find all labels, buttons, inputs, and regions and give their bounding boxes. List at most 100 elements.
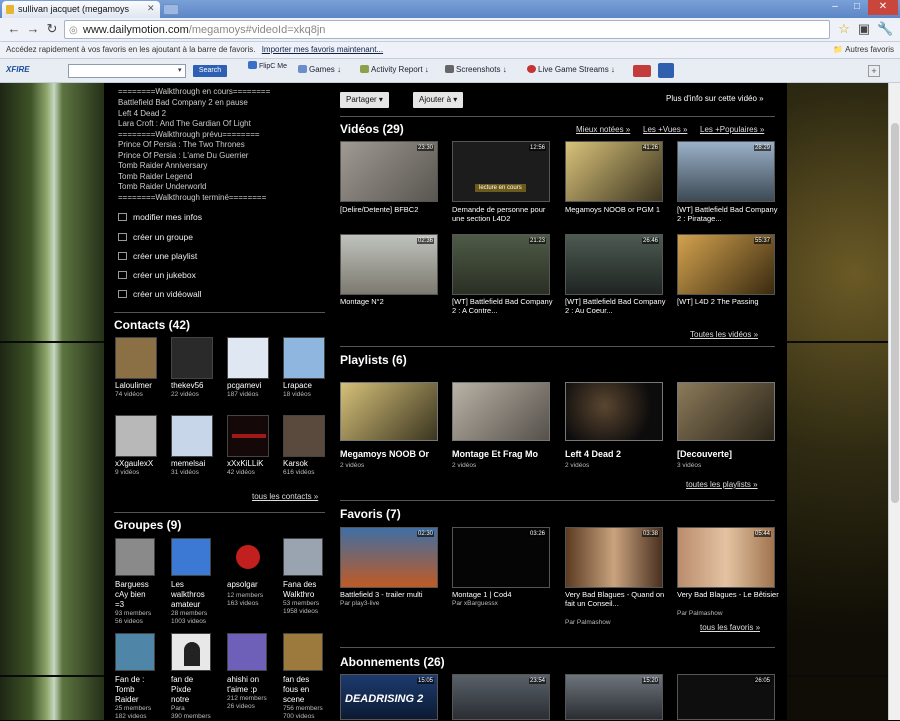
contact-name[interactable]: xXgaulexX xyxy=(115,459,165,468)
group-name-line[interactable]: scene xyxy=(283,695,304,705)
toolbar-item-games[interactable]: Games ↓ xyxy=(298,65,341,74)
contact-avatar[interactable] xyxy=(227,415,269,457)
create-group-link[interactable]: créer un groupe xyxy=(118,232,193,242)
contact-name[interactable]: xXxKiLLiK xyxy=(227,459,277,468)
back-icon[interactable]: ← xyxy=(6,21,22,37)
video-thumbnail[interactable]: 41:26 xyxy=(565,141,663,202)
video-title[interactable]: Very Bad Blagues - Le Bêtisier xyxy=(677,590,781,599)
group-name-line[interactable]: =3 xyxy=(115,600,124,610)
toolbar-item-flip[interactable]: FlipC Me xyxy=(248,61,288,71)
video-thumbnail[interactable]: 28:29 xyxy=(677,141,775,202)
group-avatar[interactable] xyxy=(283,538,323,576)
video-thumbnail[interactable]: 23:54 xyxy=(452,674,550,720)
video-title[interactable]: Megamoys NOOB or PGM 1 xyxy=(565,205,669,214)
video-thumbnail[interactable]: 26:46 xyxy=(565,234,663,295)
video-title[interactable]: Montage 1 | Cod4 xyxy=(452,590,556,599)
create-jukebox-link[interactable]: créer un jukebox xyxy=(118,270,196,280)
video-thumbnail[interactable]: 02:36 xyxy=(340,234,438,295)
minimize-icon[interactable]: – xyxy=(824,0,846,15)
video-title[interactable]: Very Bad Blagues - Quand on fait un Cons… xyxy=(565,590,669,608)
group-name-line[interactable]: walkthros xyxy=(171,590,205,600)
toolbar-item-screenshots[interactable]: Screenshots ↓ xyxy=(445,65,507,74)
contact-avatar[interactable] xyxy=(115,337,157,379)
video-title[interactable]: [WT] Battlefield Bad Company 2 : A Contr… xyxy=(452,297,556,315)
edit-info-link[interactable]: modifier mes infos xyxy=(118,212,202,222)
group-avatar[interactable] xyxy=(115,538,155,576)
group-name-line[interactable]: cAy bien xyxy=(115,590,146,600)
playlist-title[interactable]: Megamoys NOOB Or xyxy=(340,449,444,459)
toolbar-search-input[interactable] xyxy=(68,64,186,78)
group-name-line[interactable]: t'aime :p xyxy=(227,685,257,695)
maximize-icon[interactable]: □ xyxy=(846,0,868,15)
group-name-line[interactable]: apsolgar xyxy=(227,580,258,590)
browser-tab[interactable]: sullivan jacquet (megamoys xyxy=(2,1,160,18)
toolbar-search-button[interactable]: Search xyxy=(193,65,227,77)
sort-most-popular[interactable]: Les +Populaires » xyxy=(700,125,764,134)
group-name-line[interactable]: ahishi on xyxy=(227,675,259,685)
playlist-title[interactable]: [Decouverte] xyxy=(677,449,781,459)
wrench-icon[interactable]: 🔧 xyxy=(877,21,893,37)
playlist-title[interactable]: Left 4 Dead 2 xyxy=(565,449,669,459)
contact-name[interactable]: thekev56 xyxy=(171,381,221,390)
group-avatar[interactable] xyxy=(227,633,267,671)
sort-most-viewed[interactable]: Les +Vues » xyxy=(643,125,687,134)
video-title[interactable]: [WT] Battlefield Bad Company 2 : Piratag… xyxy=(677,205,781,223)
video-thumbnail[interactable]: 21:23 xyxy=(452,234,550,295)
star-icon[interactable]: ☆ xyxy=(836,21,852,37)
all-videos-link[interactable]: Toutes les vidéos » xyxy=(690,330,758,339)
contact-avatar[interactable] xyxy=(115,415,157,457)
add-to-button[interactable]: Ajouter à ▾ xyxy=(413,92,464,108)
forward-icon[interactable]: → xyxy=(25,21,41,37)
contact-avatar[interactable] xyxy=(171,415,213,457)
video-thumbnail[interactable]: 23:30 xyxy=(340,141,438,202)
group-name-line[interactable]: Walkthro xyxy=(283,590,314,600)
playlist-thumbnail[interactable] xyxy=(565,382,663,441)
address-bar[interactable]: ◎ www.dailymotion.com/megamoys#videoId=x… xyxy=(64,20,830,39)
video-title[interactable]: [Delire/Detente] BFBC2 xyxy=(340,205,444,214)
contact-name[interactable]: Karsok xyxy=(283,459,328,468)
create-videowall-link[interactable]: créer un vidéowall xyxy=(118,289,202,299)
video-title[interactable]: Montage N°2 xyxy=(340,297,444,306)
video-thumbnail[interactable]: 12:56 lecture en cours xyxy=(452,141,550,202)
contact-name[interactable]: Laloulimer xyxy=(115,381,165,390)
scrollbar-thumb[interactable] xyxy=(891,123,899,503)
playlist-thumbnail[interactable] xyxy=(677,382,775,441)
video-author[interactable]: Par play3-live xyxy=(340,600,379,607)
toolbar-app-icon[interactable] xyxy=(633,65,651,77)
reload-icon[interactable]: ↻ xyxy=(44,21,60,37)
group-name-line[interactable]: Barguess xyxy=(115,580,149,590)
group-name-line[interactable]: fan de xyxy=(171,675,193,685)
group-name-line[interactable]: Fan de : xyxy=(115,675,144,685)
contact-name[interactable]: Lrapace xyxy=(283,381,328,390)
close-tab-icon[interactable]: ✕ xyxy=(147,3,155,14)
contact-name[interactable]: pcgamevi xyxy=(227,381,277,390)
playlist-thumbnail[interactable] xyxy=(340,382,438,441)
all-favorites-link[interactable]: tous les favoris » xyxy=(700,623,760,632)
group-name-line[interactable]: notre xyxy=(171,695,189,705)
import-bookmarks-link[interactable]: Importer mes favoris maintenant... xyxy=(262,45,383,54)
contact-avatar[interactable] xyxy=(283,337,325,379)
more-info-link[interactable]: Plus d'info sur cette vidéo » xyxy=(666,94,764,103)
group-name-line[interactable]: Tomb xyxy=(115,685,135,695)
xfire-logo[interactable]: XFIRE xyxy=(6,65,30,74)
video-title[interactable]: [WT] L4D 2 The Passing xyxy=(677,297,781,306)
group-name-line[interactable]: Raider xyxy=(115,695,139,705)
video-thumbnail[interactable]: 55:37 xyxy=(677,234,775,295)
other-bookmarks[interactable]: 📁 Autres favoris xyxy=(833,45,894,54)
toolbar-item-streams[interactable]: Live Game Streams ↓ xyxy=(527,65,615,74)
group-name-line[interactable]: fous en xyxy=(283,685,309,695)
group-avatar[interactable] xyxy=(171,633,211,671)
video-thumbnail[interactable]: 05:44 xyxy=(677,527,775,588)
video-author[interactable]: Par xBarguessx xyxy=(452,600,498,607)
playlist-title[interactable]: Montage Et Frag Mo xyxy=(452,449,556,459)
video-thumbnail[interactable]: 03:38 xyxy=(565,527,663,588)
video-author[interactable]: Par Palmashow xyxy=(565,619,611,626)
group-avatar[interactable] xyxy=(283,633,323,671)
toolbar-mail-icon[interactable] xyxy=(658,63,674,78)
all-contacts-link[interactable]: tous les contacts » xyxy=(252,492,318,501)
video-author[interactable]: Par Palmashow xyxy=(677,610,723,617)
video-thumbnail[interactable]: 15:20 xyxy=(565,674,663,720)
video-thumbnail[interactable]: 15:05 DEADRISING 2 xyxy=(340,674,438,720)
video-title[interactable]: Battlefield 3 - trailer multi xyxy=(340,590,444,599)
page-scrollbar[interactable] xyxy=(888,83,900,720)
